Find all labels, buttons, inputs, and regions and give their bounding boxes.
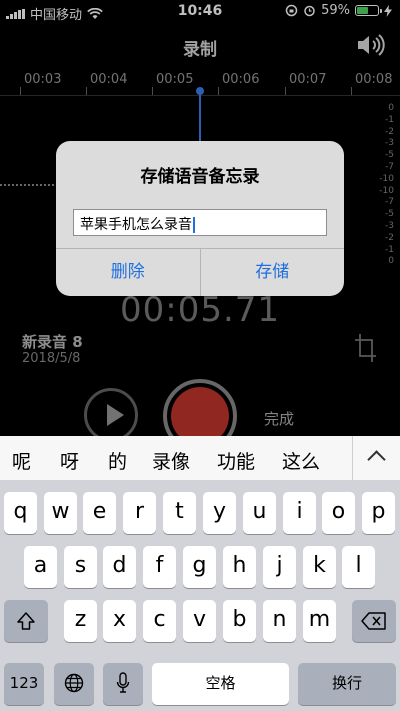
shift-key[interactable] [4,600,48,642]
key-s[interactable]: s [64,546,97,588]
key-j[interactable]: j [263,546,296,588]
key-l[interactable]: l [342,546,375,588]
key-o[interactable]: o [322,492,355,534]
key-z[interactable]: z [64,600,97,642]
candidate-bar: 呢 呀 的 录像 功能 这么 [0,436,400,480]
key-y[interactable]: y [203,492,236,534]
key-v[interactable]: v [183,600,216,642]
key-d[interactable]: d [103,546,136,588]
space-key[interactable]: 空格 [152,663,289,705]
delete-key[interactable] [352,600,396,642]
key-i[interactable]: i [283,492,316,534]
chevron-up-icon[interactable] [352,436,400,480]
key-k[interactable]: k [303,546,336,588]
key-c[interactable]: c [143,600,176,642]
microphone-icon [116,672,130,693]
candidate-item[interactable]: 功能 [217,447,255,474]
key-g[interactable]: g [183,546,216,588]
key-q[interactable]: q [4,492,37,534]
globe-key[interactable] [54,663,94,705]
memo-name-value: 苹果手机怎么录音 [80,217,192,233]
key-e[interactable]: e [83,492,116,534]
key-p[interactable]: p [362,492,395,534]
key-f[interactable]: f [143,546,176,588]
candidate-item[interactable]: 这么 [282,447,320,474]
alert-title: 存储语音备忘录 [140,167,260,187]
candidate-item[interactable]: 呢 [12,447,31,474]
dictation-key[interactable] [103,663,143,705]
save-memo-alert: 存储语音备忘录 苹果手机怎么录音 删除 存储 [56,141,344,296]
key-r[interactable]: r [123,492,156,534]
shift-icon [17,612,35,630]
alert-buttons: 删除 存储 [56,248,344,296]
save-button[interactable]: 存储 [201,249,345,296]
return-key[interactable]: 换行 [298,663,396,705]
memo-name-input[interactable]: 苹果手机怎么录音 [73,209,327,236]
key-b[interactable]: b [223,600,256,642]
text-caret [193,217,195,233]
key-n[interactable]: n [263,600,296,642]
candidate-item[interactable]: 的 [108,447,127,474]
key-x[interactable]: x [103,600,136,642]
key-m[interactable]: m [303,600,336,642]
keyboard: q w e r t y u i o p a s d f g h j k l z … [0,480,400,711]
globe-icon [64,673,84,693]
key-h[interactable]: h [223,546,256,588]
candidate-item[interactable]: 呀 [60,447,79,474]
candidate-item[interactable]: 录像 [152,447,190,474]
key-u[interactable]: u [243,492,276,534]
key-t[interactable]: t [163,492,196,534]
backspace-icon [361,612,386,630]
key-w[interactable]: w [44,492,77,534]
key-a[interactable]: a [24,546,57,588]
delete-button[interactable]: 删除 [56,249,201,296]
numbers-key[interactable]: 123 [4,663,44,705]
